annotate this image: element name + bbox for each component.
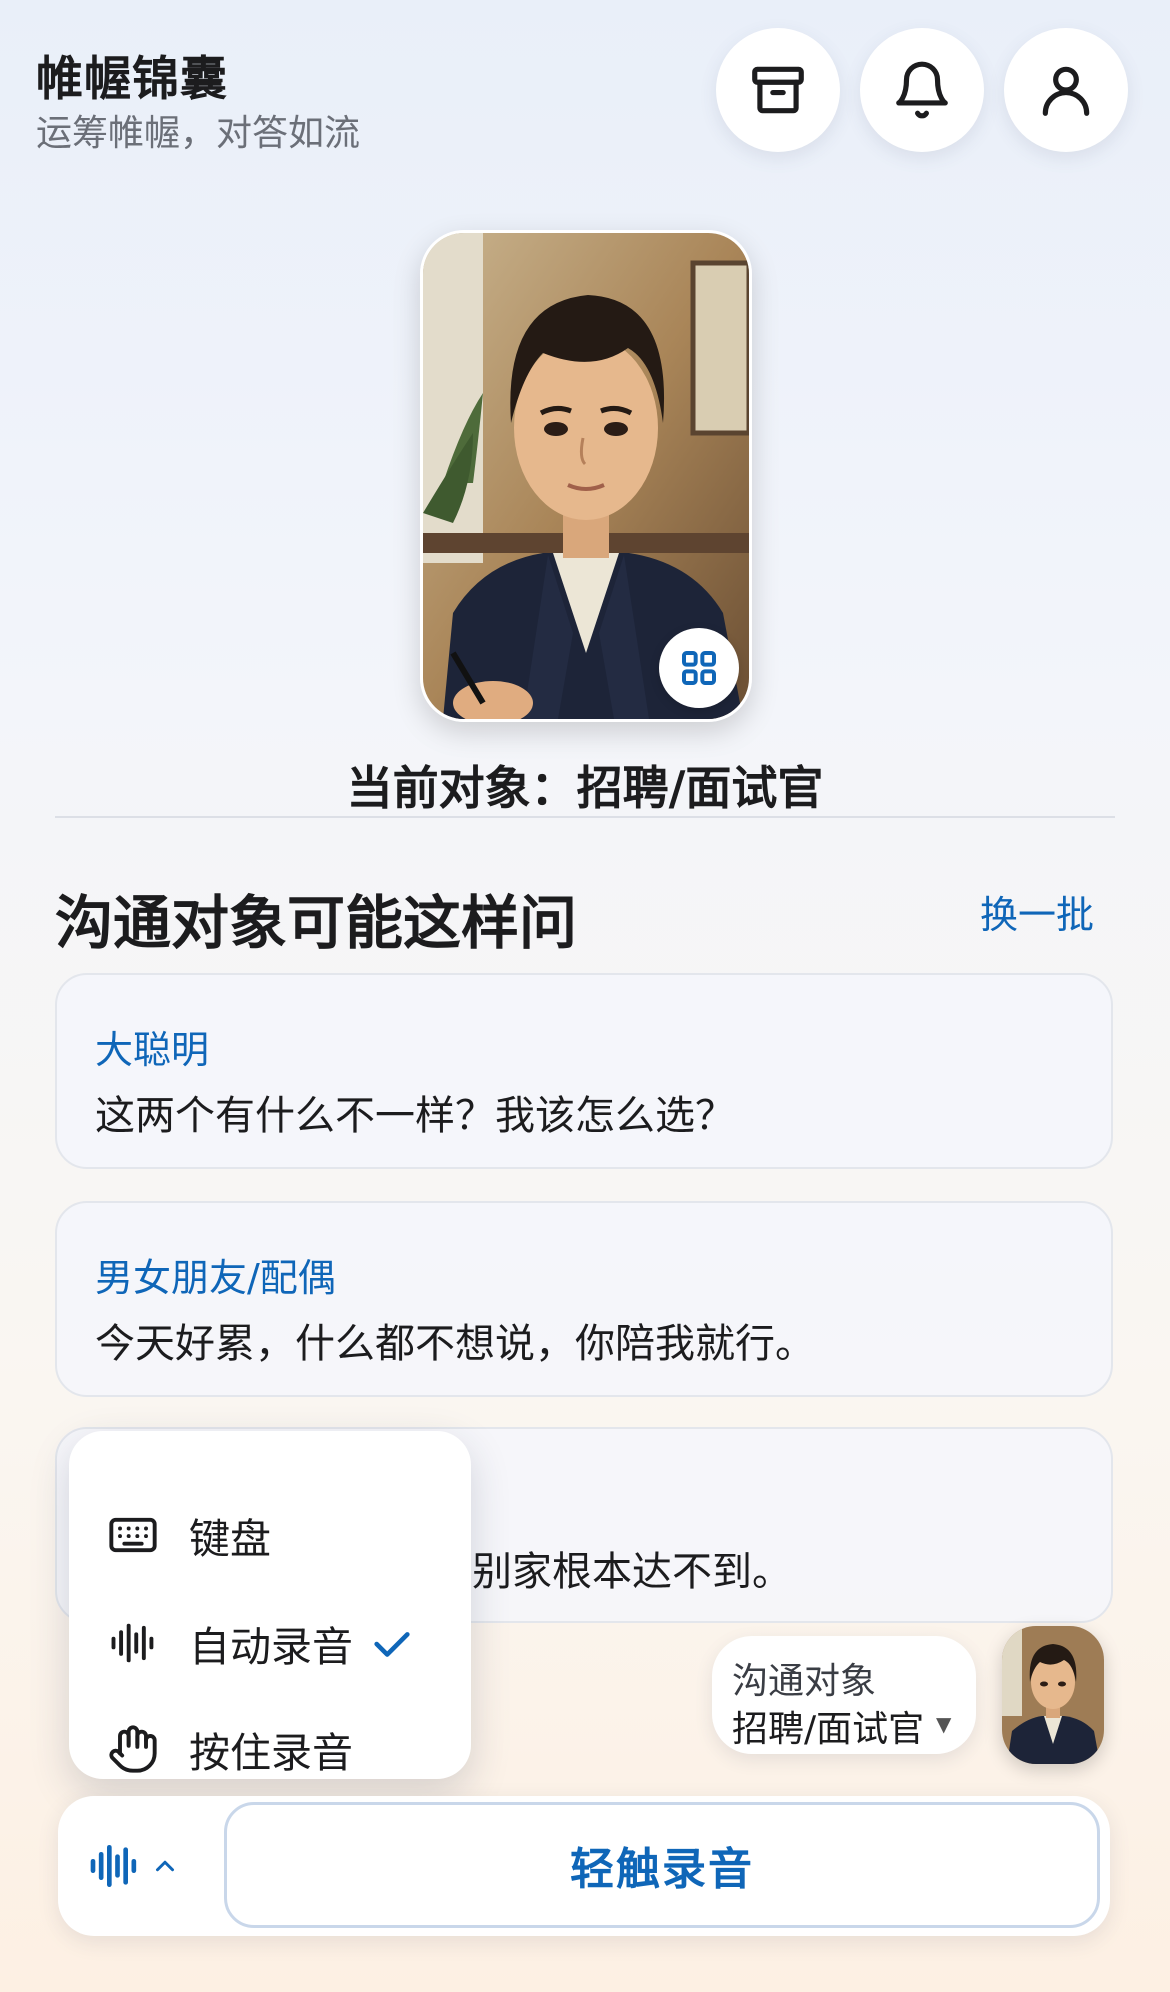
- suggestion-card[interactable]: 大聪明 这两个有什么不一样？我该怎么选？: [55, 973, 1113, 1169]
- suggestion-card[interactable]: 男女朋友/配偶 今天好累，什么都不想说，你陪我就行。: [55, 1201, 1113, 1397]
- target-selector-label: 沟通对象: [732, 1661, 877, 1702]
- menu-item-hold-record[interactable]: 按住录音: [105, 1709, 445, 1789]
- mini-avatar[interactable]: [1002, 1626, 1104, 1764]
- suggestion-text: 这两个有什么不一样？我该怎么选？: [95, 1093, 735, 1139]
- notifications-button[interactable]: [860, 28, 984, 152]
- menu-item-label: 按住录音: [189, 1729, 353, 1777]
- tap-record-button[interactable]: 轻触录音: [224, 1802, 1100, 1928]
- app-title: 帷幄锦囊: [36, 52, 228, 107]
- section-title: 沟通对象可能这样问: [55, 889, 578, 957]
- refresh-button[interactable]: 换一批: [980, 884, 1094, 939]
- dropdown-caret-icon: ▼: [936, 1712, 952, 1736]
- archive-button[interactable]: [716, 28, 840, 152]
- app-subtitle: 运筹帷幄，对答如流: [36, 113, 361, 154]
- menu-item-label: 自动录音: [189, 1623, 353, 1671]
- current-target-label: 当前对象：招聘/面试官: [346, 761, 824, 815]
- chevron-up-icon: [156, 1860, 174, 1872]
- divider: [55, 816, 1115, 818]
- bell-icon: [896, 61, 948, 119]
- archive-box-icon: [752, 66, 804, 114]
- bottom-input-bar: 轻触录音: [58, 1796, 1110, 1936]
- keyboard-icon: [105, 1507, 161, 1563]
- profile-button[interactable]: [1004, 28, 1128, 152]
- suggestion-role: 男女朋友/配偶: [95, 1256, 336, 1300]
- waveform-icon: [105, 1615, 161, 1671]
- suggestion-role: 大聪明: [95, 1028, 210, 1072]
- suggestion-text: 别家根本达不到。: [472, 1549, 792, 1595]
- user-icon: [1042, 66, 1090, 116]
- hand-icon: [105, 1721, 161, 1777]
- menu-item-label: 键盘: [189, 1515, 271, 1563]
- target-selector-value: 招聘/面试官: [732, 1709, 925, 1750]
- menu-item-auto-record[interactable]: 自动录音: [105, 1603, 445, 1683]
- checkmark-icon: [374, 1632, 410, 1657]
- waveform-icon: [90, 1845, 137, 1887]
- input-mode-toggle[interactable]: [86, 1834, 196, 1898]
- menu-item-keyboard[interactable]: 键盘: [105, 1495, 445, 1575]
- switch-target-button[interactable]: [659, 628, 739, 708]
- grid-icon: [682, 651, 716, 685]
- suggestion-text: 今天好累，什么都不想说，你陪我就行。: [95, 1321, 815, 1367]
- target-selector[interactable]: 沟通对象 招聘/面试官 ▼: [712, 1636, 976, 1754]
- input-mode-menu: 键盘 自动录音 按住录音: [69, 1431, 471, 1779]
